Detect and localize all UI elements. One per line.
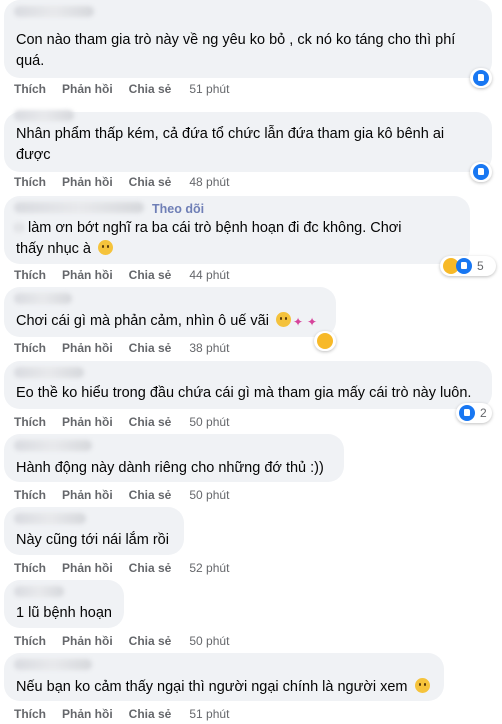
share-button[interactable]: Chia sẻ <box>129 707 172 721</box>
share-button[interactable]: Chia sẻ <box>129 415 172 429</box>
comment-text-line-1: Nếu bạn ko cảm thấy ngại thì người ngại … <box>16 677 430 697</box>
reply-button[interactable]: Phản hồi <box>62 561 113 575</box>
reply-button[interactable]: Phản hồi <box>62 488 113 502</box>
comment-bubble: Hành động này dành riêng cho những đớ th… <box>4 434 344 482</box>
comment-bubble: Chơi cái gì mà phản cảm, nhìn ô uế vãi ✦… <box>4 287 336 337</box>
comment-timestamp[interactable]: 44 phút <box>189 268 229 282</box>
reaction-summary[interactable] <box>470 162 492 182</box>
comment-timestamp[interactable]: 50 phút <box>189 415 229 429</box>
comment-timestamp[interactable]: 38 phút <box>189 341 229 355</box>
comment-text-line-1: Này cũng tới nái lắm rồi <box>16 532 169 548</box>
reaction-count: 2 <box>480 406 487 420</box>
reaction-summary[interactable] <box>470 68 492 88</box>
like-button[interactable]: Thích <box>14 561 46 575</box>
like-button[interactable]: Thích <box>14 415 46 429</box>
comment-bubble: Theo dõi làm ơn bớt nghĩ ra ba cái trò b… <box>4 196 470 264</box>
reaction-summary[interactable]: 5 <box>440 256 496 276</box>
comment-timestamp[interactable]: 52 phút <box>189 561 229 575</box>
reply-button[interactable]: Phản hồi <box>62 415 113 429</box>
author-name-blurred[interactable] <box>14 513 86 524</box>
reply-button[interactable]: Phản hồi <box>62 82 113 96</box>
comment-text-line-2: quá. <box>16 53 45 69</box>
reply-button[interactable]: Phản hồi <box>62 175 113 189</box>
comment-text-line-1: Con nào tham gia trò này về ng yêu ko bỏ… <box>16 32 456 48</box>
comment-bubble: Nếu bạn ko cảm thấy ngại thì người ngại … <box>4 653 444 701</box>
reply-button[interactable]: Phản hồi <box>62 268 113 282</box>
follow-link[interactable]: Theo dõi <box>152 202 204 216</box>
comment-text-line-2: thấy nhục à <box>16 239 114 259</box>
share-button[interactable]: Chia sẻ <box>129 634 172 648</box>
comment-text-line-1: Hành động này dành riêng cho những đớ th… <box>16 460 324 476</box>
comment-text-line-1: làm ơn bớt nghĩ ra ba cái trò bệnh hoạn … <box>28 220 402 236</box>
share-button[interactable]: Chia sẻ <box>129 82 172 96</box>
like-reaction-icon <box>473 70 489 86</box>
reply-button[interactable]: Phản hồi <box>62 707 113 721</box>
grinning-emoji-icon <box>98 240 114 255</box>
comment-text-line-1: Chơi cái gì mà phản cảm, nhìn ô uế vãi ✦… <box>16 312 318 329</box>
author-name-blurred[interactable] <box>14 367 84 378</box>
author-name-blurred[interactable] <box>14 659 92 670</box>
comment-timestamp[interactable]: 50 phút <box>189 488 229 502</box>
like-reaction-icon <box>459 405 475 421</box>
share-button[interactable]: Chia sẻ <box>129 561 172 575</box>
smirk-emoji-icon <box>414 678 430 693</box>
like-reaction-icon <box>473 164 489 180</box>
author-name-blurred[interactable] <box>14 586 64 597</box>
like-button[interactable]: Thích <box>14 175 46 189</box>
comment-bubble: Eo thề ko hiểu trong đầu chứa cái gì mà … <box>4 361 492 409</box>
comment-timestamp[interactable]: 51 phút <box>189 82 229 96</box>
blurred-prefix <box>14 222 24 233</box>
comment-text-line-1: Eo thề ko hiểu trong đầu chứa cái gì mà … <box>16 385 472 401</box>
comment-bubble: Nhân phẩm thấp kém, cả đứa tổ chức lẫn đ… <box>4 110 492 172</box>
comment-text-line-2: được <box>16 147 51 163</box>
like-button[interactable]: Thích <box>14 707 46 721</box>
author-name-blurred[interactable] <box>14 110 74 121</box>
reaction-count: 5 <box>477 259 484 273</box>
author-name-blurred[interactable] <box>14 293 72 304</box>
author-name-blurred[interactable] <box>14 6 94 17</box>
nail-polish-emoji-icon: ✦ <box>292 315 304 329</box>
like-button[interactable]: Thích <box>14 341 46 355</box>
like-button[interactable]: Thích <box>14 488 46 502</box>
author-name-blurred[interactable] <box>14 202 144 213</box>
share-button[interactable]: Chia sẻ <box>129 175 172 189</box>
sad-reaction-icon <box>317 333 333 349</box>
share-button[interactable]: Chia sẻ <box>129 268 172 282</box>
reaction-summary[interactable] <box>314 331 336 351</box>
comment-bubble: Này cũng tới nái lắm rồi <box>4 507 184 555</box>
comment-timestamp[interactable]: 50 phút <box>189 634 229 648</box>
share-button[interactable]: Chia sẻ <box>129 341 172 355</box>
like-button[interactable]: Thích <box>14 268 46 282</box>
comment-bubble: Con nào tham gia trò này về ng yêu ko bỏ… <box>4 0 492 78</box>
reply-button[interactable]: Phản hồi <box>62 341 113 355</box>
like-button[interactable]: Thích <box>14 82 46 96</box>
nauseated-emoji-icon <box>275 312 291 327</box>
like-reaction-icon <box>456 258 472 274</box>
comment-timestamp[interactable]: 51 phút <box>189 707 229 721</box>
share-button[interactable]: Chia sẻ <box>129 488 172 502</box>
comment-text-line-1: Nhân phẩm thấp kém, cả đứa tổ chức lẫn đ… <box>16 126 445 142</box>
author-name-blurred[interactable] <box>14 440 92 451</box>
reaction-summary[interactable]: 2 <box>456 403 492 423</box>
nail-polish-emoji-icon: ✦ <box>306 315 318 329</box>
like-button[interactable]: Thích <box>14 634 46 648</box>
comment-text-line-1: 1 lũ bệnh hoạn <box>16 605 112 621</box>
comment-bubble: 1 lũ bệnh hoạn <box>4 580 124 628</box>
comment-timestamp[interactable]: 48 phút <box>189 175 229 189</box>
reply-button[interactable]: Phản hồi <box>62 634 113 648</box>
